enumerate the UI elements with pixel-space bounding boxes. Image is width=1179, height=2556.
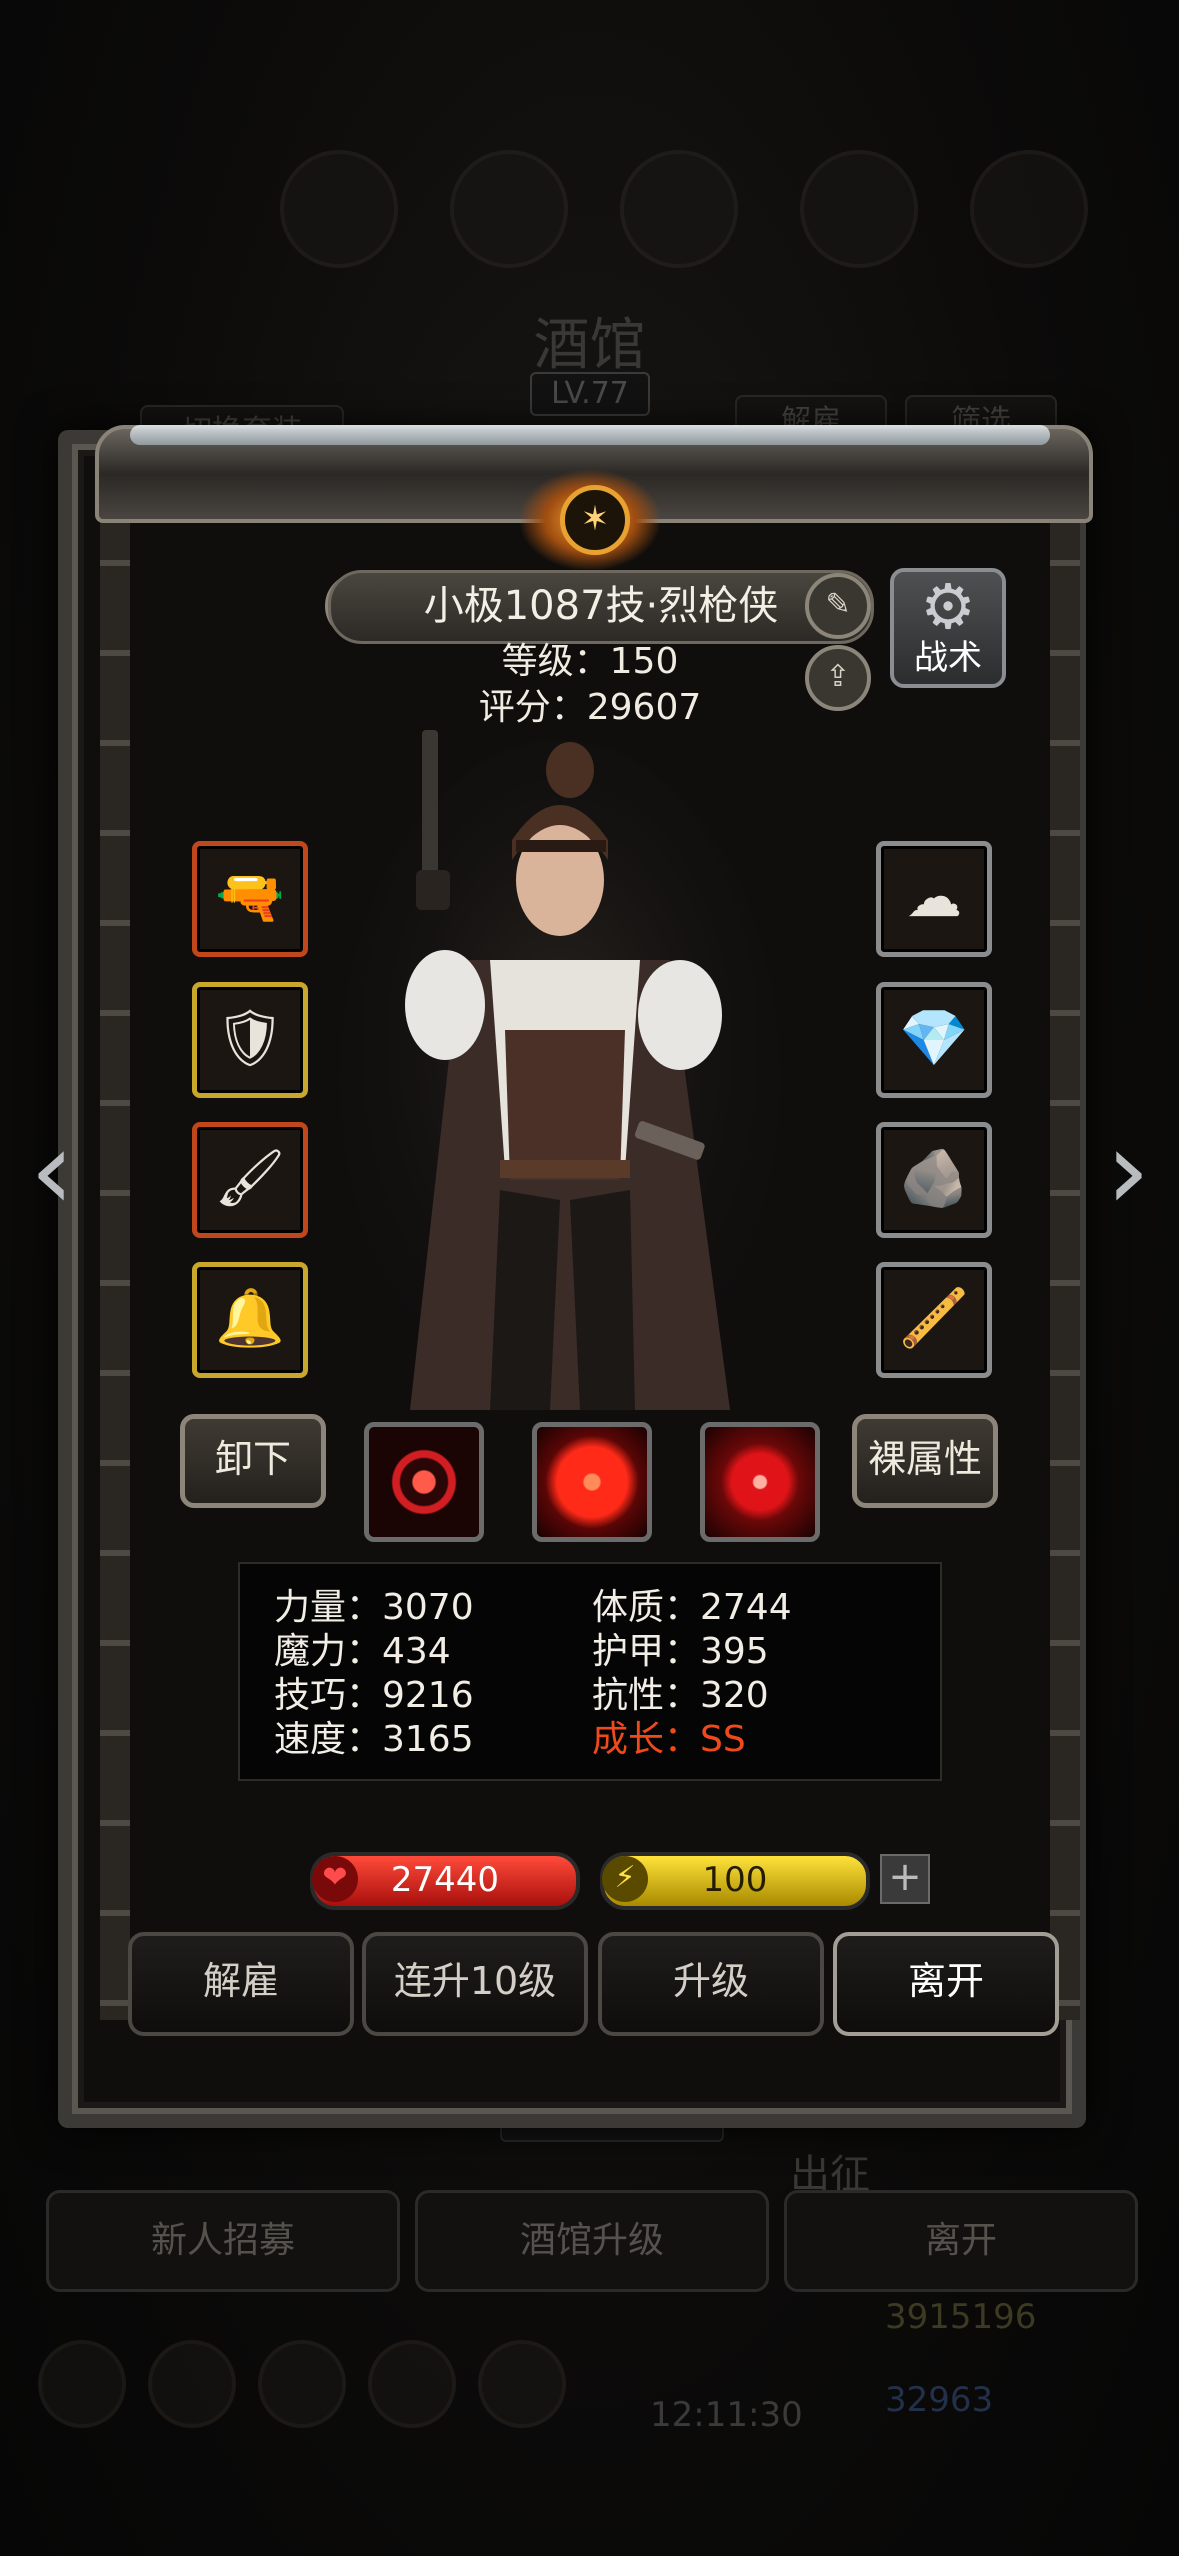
equip-slot-armor[interactable]: 🛡 xyxy=(192,982,308,1098)
skill-slot-1[interactable] xyxy=(364,1422,484,1542)
equip-slot-trinket[interactable]: 🔔 xyxy=(192,1262,308,1378)
crest-star-icon: ✶ xyxy=(560,485,630,555)
bg-nav-icon xyxy=(368,2340,456,2428)
bg-circle-icon xyxy=(970,150,1088,268)
bg-gold-amount: 3915196 xyxy=(885,2297,1037,2337)
bg-circle-icon xyxy=(620,150,738,268)
equip-slot-pipe[interactable]: 🪈 xyxy=(876,1262,992,1378)
stat-constitution: 体质：2744 xyxy=(592,1587,792,1628)
frame-snow-trim xyxy=(130,425,1050,445)
edit-name-icon[interactable]: ✎ xyxy=(805,573,871,639)
bg-leave-button: 离开 xyxy=(784,2190,1138,2292)
bg-bottom-nav xyxy=(0,2340,1179,2440)
stats-left-column: 力量：3070 魔力：434 技巧：9216 速度：3165 xyxy=(274,1586,474,1762)
frame-right-rail xyxy=(1050,520,1080,2020)
equip-slot-amulet[interactable]: ☁ xyxy=(876,841,992,957)
equip-slot-weapon[interactable]: 🔫 xyxy=(192,841,308,957)
crosshair-skill-icon xyxy=(369,1427,479,1537)
tavern-title: 酒馆 xyxy=(533,313,646,378)
stats-panel: 力量：3070 魔力：434 技巧：9216 速度：3165 体质：2744 护… xyxy=(238,1562,942,1781)
dismiss-hero-button[interactable]: 解雇 xyxy=(128,1932,354,2036)
stat-speed: 速度：3165 xyxy=(274,1719,474,1760)
tactics-label: 战术 xyxy=(914,638,982,678)
vortex-skill-icon xyxy=(537,1427,647,1537)
tactics-button[interactable]: ⚙ 战术 xyxy=(890,568,1006,688)
lightning-icon: ⚡ xyxy=(602,1856,648,1902)
leave-button[interactable]: 离开 xyxy=(833,1932,1059,2036)
bg-circle-icon xyxy=(450,150,568,268)
bg-circle-icon xyxy=(280,150,398,268)
target-skill-icon xyxy=(705,1427,815,1537)
hero-score: 评分：29607 xyxy=(478,687,702,728)
frame-left-rail xyxy=(100,520,130,2020)
equip-slot-stone[interactable]: 🪨 xyxy=(876,1122,992,1238)
equip-slot-offhand[interactable]: 🖌 xyxy=(192,1122,308,1238)
tavern-upgrade-button: 酒馆升级 xyxy=(415,2190,769,2292)
scroll-wand-icon: 🖌 xyxy=(214,1146,286,1211)
share-icon[interactable]: ⇪ xyxy=(805,645,871,711)
previous-hero-arrow-icon[interactable]: ‹ xyxy=(12,1110,92,1230)
bg-nav-icon xyxy=(258,2340,346,2428)
cloud-amulet-icon: ☁ xyxy=(906,865,962,930)
blue-stone-icon: 🪨 xyxy=(899,1146,969,1211)
bg-nav-icon xyxy=(478,2340,566,2428)
stat-armor: 护甲：395 xyxy=(592,1631,769,1672)
heart-icon: ❤ xyxy=(312,1856,358,1902)
next-hero-arrow-icon[interactable]: › xyxy=(1088,1110,1168,1230)
unequip-button[interactable]: 卸下 xyxy=(180,1414,326,1508)
stats-right-column: 体质：2744 护甲：395 抗性：320 成长：SS xyxy=(592,1586,792,1762)
stat-strength: 力量：3070 xyxy=(274,1587,474,1628)
level-up-10-button[interactable]: 连升10级 xyxy=(362,1932,588,2036)
skill-slot-3[interactable] xyxy=(700,1422,820,1542)
stat-magic: 魔力：434 xyxy=(274,1631,451,1672)
tavern-level-badge: LV.77 xyxy=(530,372,650,416)
bg-nav-icon xyxy=(38,2340,126,2428)
equip-slot-crystal[interactable]: 💎 xyxy=(876,982,992,1098)
stat-resistance: 抗性：320 xyxy=(592,1675,769,1716)
stat-skill: 技巧：9216 xyxy=(274,1675,474,1716)
flintlock-pistol-icon: 🔫 xyxy=(215,865,285,930)
level-up-button[interactable]: 升级 xyxy=(598,1932,824,2036)
smoking-pipe-icon: 🪈 xyxy=(899,1286,969,1351)
hero-portrait xyxy=(340,730,780,1420)
bg-nav-icon xyxy=(148,2340,236,2428)
hero-level: 等级：150 xyxy=(501,641,679,682)
bg-circle-icon xyxy=(800,150,918,268)
bell-icon: 🔔 xyxy=(215,1286,285,1351)
skill-slot-2[interactable] xyxy=(532,1422,652,1542)
base-attributes-button[interactable]: 裸属性 xyxy=(852,1414,998,1508)
armor-chestplate-icon: 🛡 xyxy=(214,1006,286,1071)
new-recruit-button: 新人招募 xyxy=(46,2190,400,2292)
add-energy-button[interactable]: + xyxy=(880,1854,930,1904)
background-top-icons xyxy=(0,150,1179,280)
green-crystal-icon: 💎 xyxy=(899,1006,969,1071)
stat-growth: 成长：SS xyxy=(592,1719,746,1760)
